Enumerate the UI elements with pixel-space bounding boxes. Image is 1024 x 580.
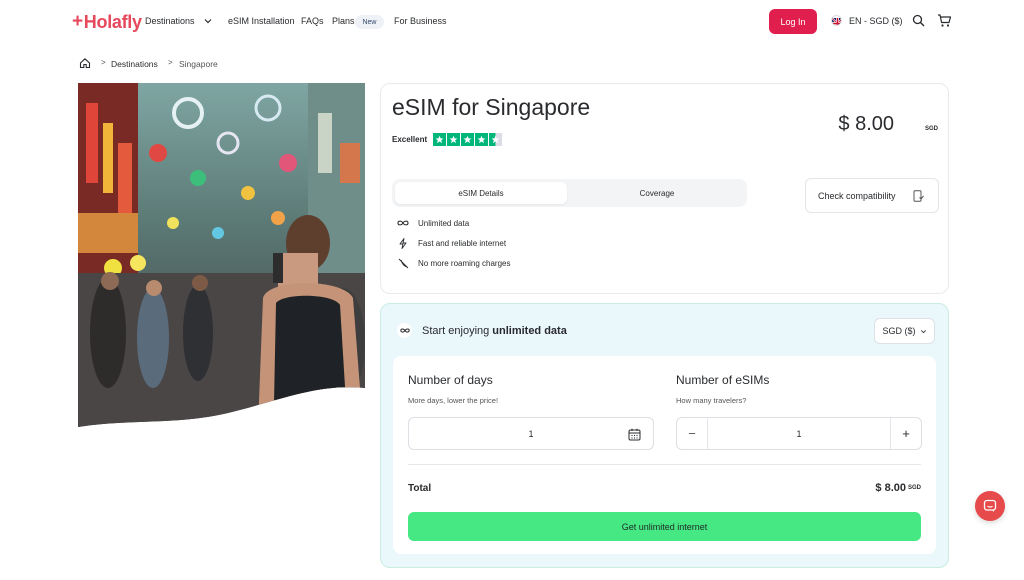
esims-stepper: − 1 + [676,417,922,450]
feature-label: Unlimited data [418,218,470,228]
trustpilot-stars [433,133,502,146]
feature-label: No more roaming charges [418,258,511,268]
infinity-icon [397,217,409,229]
product-price: $ 8.00 [838,113,894,135]
divider [408,464,921,465]
breadcrumb-separator: > [168,58,173,67]
purchase-heading-prefix: Start enjoying [422,324,490,337]
chevron-down-icon [920,329,926,333]
new-badge: New [355,15,384,29]
page-title: eSIM for Singapore [392,94,591,120]
chevron-down-icon[interactable] [203,16,213,26]
nav-esim-installation[interactable]: eSIM Installation [228,16,295,26]
holafly-logo[interactable]: + Holafly [72,11,142,33]
star-icon [475,133,488,146]
infinity-icon [397,323,412,338]
price-currency: SGD [924,126,938,132]
phone-check-icon [913,190,924,202]
days-subtitle: More days, lower the price! [408,396,499,405]
purchase-form: Number of days More days, lower the pric… [393,356,936,554]
singapore-street-image [78,83,365,427]
purchase-heading-bold: unlimited data [492,324,567,337]
rating-label: Excellent [392,135,428,144]
product-card: eSIM for Singapore Excellent $ 8.00 SGD … [380,83,949,294]
feature-unlimited-data: Unlimited data [397,217,469,229]
lightning-icon [397,237,409,249]
logo-text: Holafly [83,11,142,32]
total-value: $ 8.00 [875,482,906,494]
half-star-icon [489,133,502,146]
esims-value[interactable]: 1 [796,429,801,439]
star-icon [447,133,460,146]
nav-destinations[interactable]: Destinations [145,16,195,26]
breadcrumb-separator: > [101,58,106,67]
nav-for-business[interactable]: For Business [394,16,447,26]
search-icon[interactable] [912,14,925,27]
currency-select-value: SGD ($) [882,326,916,336]
login-button[interactable]: Log In [769,9,817,34]
feature-no-roaming: No more roaming charges [397,257,510,269]
esims-title: Number of eSIMs [676,373,770,387]
purchase-heading: Start enjoying unlimited data [397,323,567,338]
language-currency-selector[interactable]: EN - SGD ($) [849,16,903,26]
nav-plans[interactable]: Plans [332,16,355,26]
star-icon [461,133,474,146]
chat-icon [983,499,997,512]
calendar-icon[interactable] [628,428,641,441]
tab-coverage[interactable]: Coverage [570,182,744,204]
chat-button[interactable] [975,491,1005,521]
currency-select[interactable]: SGD ($) [874,318,935,344]
site-header: + Holafly Destinations eSIM Installation … [0,0,1024,44]
logo-plus-icon: + [72,11,83,32]
purchase-panel: Start enjoying unlimited data SGD ($) Nu… [380,303,949,568]
check-compatibility-label: Check compatibility [818,190,896,201]
no-roaming-icon [397,257,409,269]
total-label: Total [408,483,432,494]
total-currency: SGD [907,485,921,491]
increment-button[interactable]: + [890,418,921,449]
days-input[interactable]: 1 [408,417,654,450]
breadcrumb-destinations[interactable]: Destinations [111,59,158,69]
tab-esim-details[interactable]: eSIM Details [395,182,567,204]
get-unlimited-internet-button[interactable]: Get unlimited internet [408,512,921,541]
home-icon[interactable] [79,57,91,69]
days-value: 1 [528,428,534,439]
detail-tabs: eSIM Details Coverage [392,179,747,207]
feature-label: Fast and reliable internet [418,238,507,248]
uk-flag-icon[interactable] [831,15,842,26]
star-icon [433,133,446,146]
decrement-button[interactable]: − [677,418,708,449]
nav-faqs[interactable]: FAQs [301,16,324,26]
feature-fast-internet: Fast and reliable internet [397,237,506,249]
check-compatibility-button[interactable]: Check compatibility [805,178,939,213]
esims-subtitle: How many travelers? [676,396,747,405]
breadcrumb-singapore: Singapore [179,59,218,69]
cart-icon[interactable] [937,13,952,28]
days-title: Number of days [408,373,493,387]
